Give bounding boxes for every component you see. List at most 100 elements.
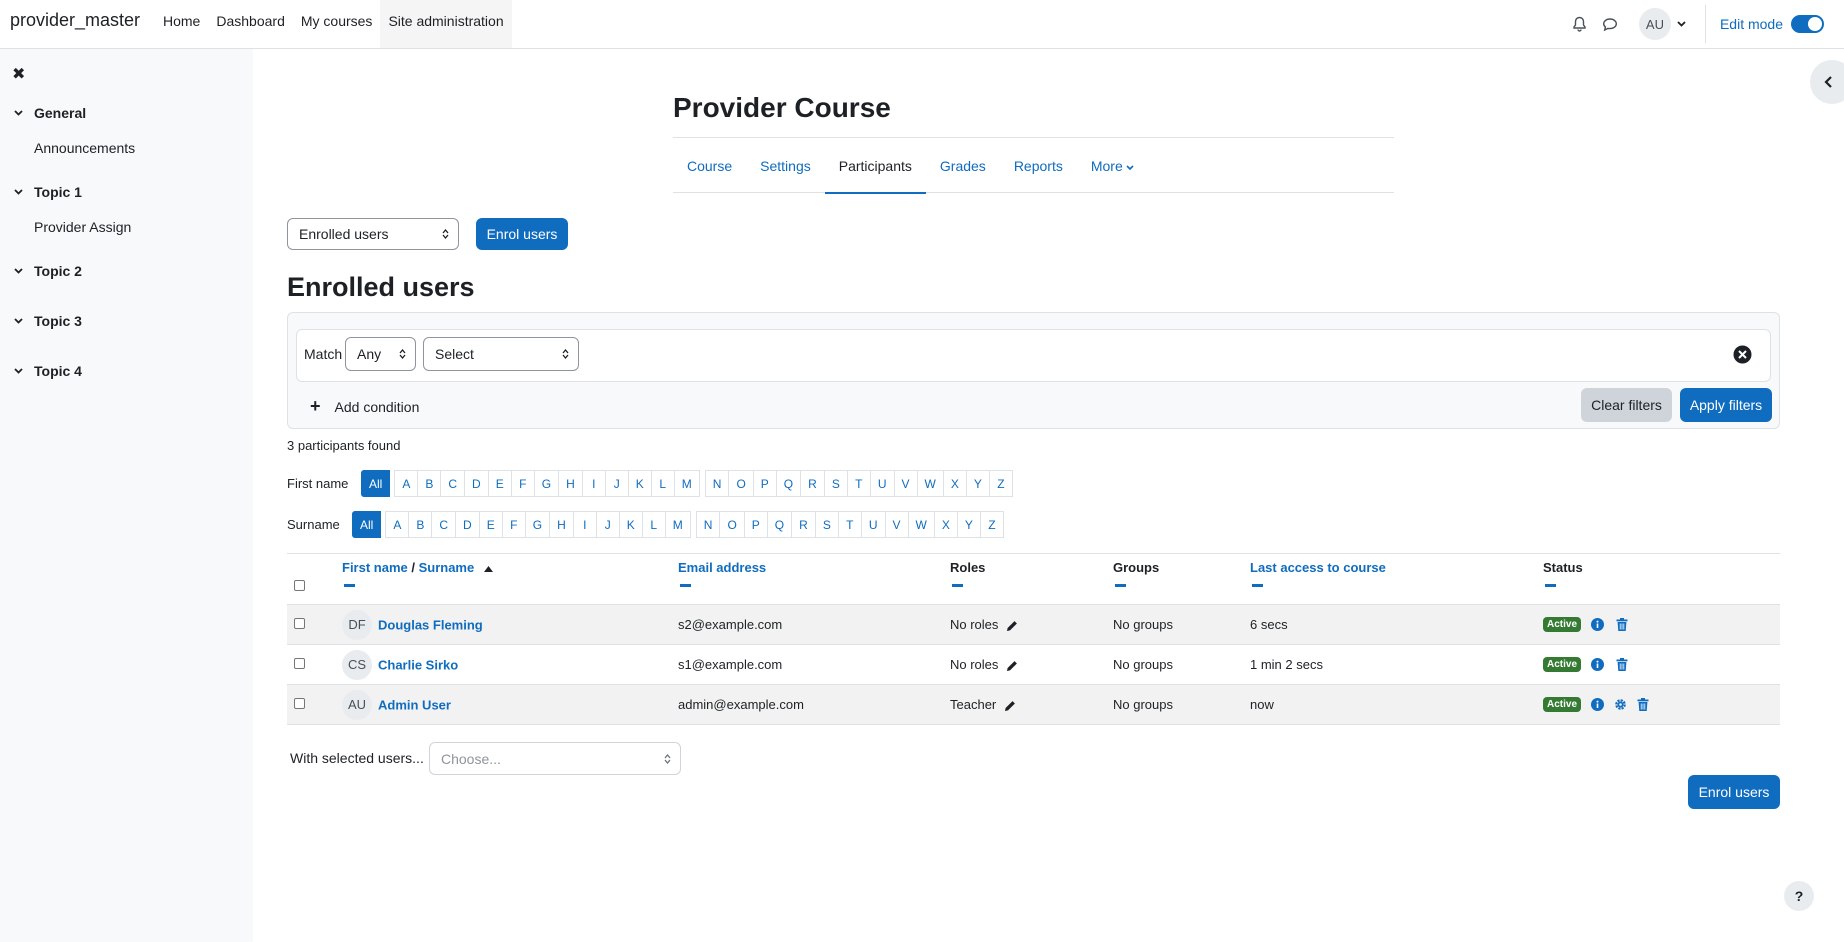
- initial-letter-s[interactable]: S: [814, 511, 839, 538]
- initial-letter-s[interactable]: S: [823, 470, 848, 497]
- initial-letter-z[interactable]: Z: [979, 511, 1004, 538]
- initial-letter-e[interactable]: E: [478, 511, 503, 538]
- sort-email-link[interactable]: Email address: [678, 560, 766, 575]
- section-topic-1[interactable]: Topic 1: [0, 180, 253, 204]
- remove-condition-close-icon[interactable]: [1733, 345, 1752, 364]
- user-menu-chevron-down-icon[interactable]: [1671, 21, 1693, 27]
- initial-letter-z[interactable]: Z: [988, 470, 1013, 497]
- open-block-drawer-button[interactable]: [1810, 60, 1844, 104]
- match-type-select[interactable]: Any: [345, 337, 416, 371]
- user-name-link[interactable]: Admin User: [378, 697, 451, 712]
- site-brand[interactable]: provider_master: [10, 10, 140, 31]
- initial-letter-d[interactable]: D: [464, 470, 489, 497]
- nav-site-administration[interactable]: Site administration: [380, 0, 512, 48]
- initial-letter-v[interactable]: V: [893, 470, 918, 497]
- initial-letter-i[interactable]: I: [572, 511, 597, 538]
- initial-letter-g[interactable]: G: [533, 470, 560, 497]
- initial-letter-u[interactable]: U: [860, 511, 886, 538]
- initial-all[interactable]: All: [352, 511, 382, 538]
- initial-letter-l[interactable]: L: [650, 470, 675, 497]
- initial-letter-g[interactable]: G: [524, 511, 551, 538]
- initial-letter-o[interactable]: O: [719, 511, 745, 538]
- initial-letter-u[interactable]: U: [869, 470, 895, 497]
- nav-my-courses[interactable]: My courses: [293, 0, 381, 48]
- tab-grades[interactable]: Grades: [926, 139, 1000, 193]
- initial-letter-m[interactable]: M: [673, 470, 700, 497]
- initial-letter-m[interactable]: M: [664, 511, 691, 538]
- hide-column-icon[interactable]: [952, 584, 963, 587]
- user-name-link[interactable]: Douglas Fleming: [378, 617, 483, 632]
- initial-letter-j[interactable]: J: [604, 470, 629, 497]
- nav-dashboard[interactable]: Dashboard: [208, 0, 293, 48]
- initial-letter-x[interactable]: X: [933, 511, 958, 538]
- initial-letter-w[interactable]: W: [916, 470, 944, 497]
- bulk-action-select[interactable]: Choose...: [429, 742, 681, 775]
- initial-letter-q[interactable]: Q: [775, 470, 802, 497]
- enrol-users-bottom-button[interactable]: Enrol users: [1688, 775, 1780, 809]
- select-all-checkbox[interactable]: [294, 580, 305, 591]
- initial-letter-k[interactable]: K: [618, 511, 643, 538]
- initial-letter-e[interactable]: E: [487, 470, 512, 497]
- enrolment-details-info-icon[interactable]: [1591, 698, 1605, 711]
- initial-letter-w[interactable]: W: [907, 511, 935, 538]
- unenrol-trash-icon[interactable]: [1637, 698, 1649, 711]
- initial-letter-v[interactable]: V: [884, 511, 909, 538]
- initial-letter-o[interactable]: O: [728, 470, 754, 497]
- initial-letter-c[interactable]: C: [431, 511, 457, 538]
- section-topic-2[interactable]: Topic 2: [0, 259, 253, 283]
- enrolment-details-info-icon[interactable]: [1591, 658, 1605, 671]
- initial-letter-i[interactable]: I: [581, 470, 606, 497]
- edit-enrolment-gear-icon[interactable]: [1614, 698, 1627, 711]
- hide-column-icon[interactable]: [680, 584, 691, 587]
- close-drawer-icon[interactable]: ✖: [12, 64, 25, 84]
- initial-letter-f[interactable]: F: [510, 470, 535, 497]
- apply-filters-button[interactable]: Apply filters: [1680, 388, 1772, 422]
- initial-letter-y[interactable]: Y: [956, 511, 981, 538]
- messages-chat-icon[interactable]: [1595, 17, 1625, 32]
- hide-column-icon[interactable]: [1545, 584, 1556, 587]
- hide-column-icon[interactable]: [1252, 584, 1263, 587]
- activity-provider-assign[interactable]: Provider Assign: [0, 215, 253, 239]
- row-checkbox[interactable]: [294, 658, 305, 669]
- initial-letter-t[interactable]: T: [837, 511, 862, 538]
- enrolment-details-info-icon[interactable]: [1591, 618, 1605, 631]
- initial-letter-h[interactable]: H: [549, 511, 574, 538]
- section-topic-4[interactable]: Topic 4: [0, 359, 253, 383]
- participants-view-select[interactable]: Enrolled users: [287, 218, 459, 250]
- edit-roles-pencil-icon[interactable]: [1006, 660, 1018, 672]
- section-topic-3[interactable]: Topic 3: [0, 309, 253, 333]
- initial-letter-l[interactable]: L: [641, 511, 666, 538]
- row-checkbox[interactable]: [294, 698, 305, 709]
- tab-more[interactable]: More: [1077, 139, 1148, 193]
- tab-course[interactable]: Course: [673, 139, 746, 193]
- sort-last-access-link[interactable]: Last access to course: [1250, 560, 1386, 575]
- edit-roles-pencil-icon[interactable]: [1006, 620, 1018, 632]
- filter-type-select[interactable]: Select: [423, 337, 579, 371]
- initial-letter-t[interactable]: T: [846, 470, 871, 497]
- tab-participants[interactable]: Participants: [824, 139, 927, 194]
- nav-home[interactable]: Home: [155, 0, 208, 48]
- initial-letter-b[interactable]: B: [408, 511, 433, 538]
- clear-filters-button[interactable]: Clear filters: [1581, 388, 1672, 422]
- initial-letter-a[interactable]: A: [394, 470, 419, 497]
- sort-surname-link[interactable]: Surname: [419, 560, 475, 575]
- initial-letter-k[interactable]: K: [627, 470, 652, 497]
- initial-letter-h[interactable]: H: [558, 470, 583, 497]
- help-question-icon[interactable]: ?: [1784, 881, 1814, 911]
- row-checkbox[interactable]: [294, 618, 305, 629]
- initial-letter-r[interactable]: R: [791, 511, 816, 538]
- initial-letter-c[interactable]: C: [440, 470, 466, 497]
- hide-column-icon[interactable]: [344, 584, 355, 587]
- activity-announcements[interactable]: Announcements: [0, 136, 253, 160]
- initial-letter-p[interactable]: P: [743, 511, 768, 538]
- initial-letter-p[interactable]: P: [752, 470, 777, 497]
- initial-letter-n[interactable]: N: [704, 470, 730, 497]
- enrol-users-button[interactable]: Enrol users: [476, 218, 568, 250]
- initial-letter-y[interactable]: Y: [965, 470, 990, 497]
- section-general[interactable]: General: [0, 101, 253, 125]
- initial-letter-j[interactable]: J: [595, 511, 620, 538]
- hide-column-icon[interactable]: [1115, 584, 1126, 587]
- initial-letter-a[interactable]: A: [385, 511, 410, 538]
- unenrol-trash-icon[interactable]: [1616, 618, 1628, 631]
- edit-roles-pencil-icon[interactable]: [1004, 700, 1016, 712]
